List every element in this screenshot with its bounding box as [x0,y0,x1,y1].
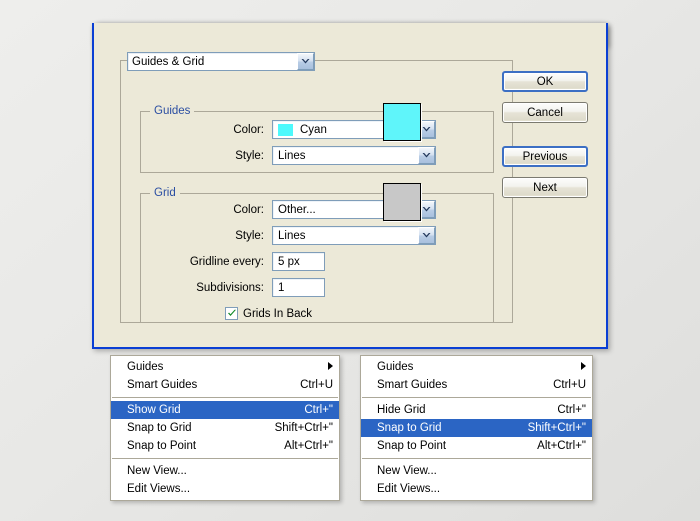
menu-item[interactable]: Hide Grid Ctrl+" [361,401,592,419]
menu-item-label: Snap to Point [377,440,447,452]
menu-item-label: Smart Guides [377,379,448,391]
preferences-page-select-value: Guides & Grid [132,55,205,68]
grid-group-legend: Grid [150,187,180,199]
menu-item-label: New View... [377,465,437,477]
grids-in-back-checkbox-row[interactable]: Grids In Back [225,307,312,320]
chevron-down-icon[interactable] [418,227,435,244]
guides-style-select-value: Lines [278,149,306,162]
next-button[interactable]: Next [502,177,588,198]
menu-item[interactable]: Snap to Grid Shift+Ctrl+" [361,419,592,437]
menu-item-shortcut: Ctrl+U [300,379,333,391]
guides-color-inline-swatch [278,123,293,136]
menu-item-label: Edit Views... [127,483,191,495]
menu-item[interactable]: Snap to Point Alt+Ctrl+" [111,437,339,455]
submenu-arrow-icon [581,362,586,372]
menu-item-label: Guides [377,361,414,373]
menu-item-shortcut: Alt+Ctrl+" [537,440,586,452]
grid-style-select-value: Lines [278,229,306,242]
menu-item-shortcut: Ctrl+" [557,404,586,416]
menu-item-shortcut: Ctrl+U [553,379,586,391]
grids-in-back-label: Grids In Back [243,307,313,320]
menu-item[interactable]: New View... [111,462,339,480]
grid-color-swatch[interactable] [383,183,421,221]
subdivisions-input[interactable]: 1 [272,278,325,297]
cancel-button[interactable]: Cancel [502,102,588,123]
grids-in-back-checkbox[interactable] [225,307,238,320]
guides-style-label: Style: [235,150,264,162]
menu-item[interactable]: Guides [111,358,339,376]
menu-item[interactable]: Smart Guides Ctrl+U [361,376,592,394]
menu-item-label: New View... [127,465,187,477]
dialog-body: Guides & Grid Guides Color: Cyan Style: … [94,23,606,347]
menu-item-label: Edit Views... [377,483,441,495]
guides-style-select[interactable]: Lines [272,146,436,165]
grid-style-label: Style: [235,230,264,242]
menu-item[interactable]: Snap to Point Alt+Ctrl+" [361,437,592,455]
ok-button[interactable]: OK [502,71,588,92]
previous-button[interactable]: Previous [502,146,588,167]
menu-item[interactable]: Snap to Grid Shift+Ctrl+" [111,419,339,437]
menu-separator [112,458,338,459]
guides-color-swatch[interactable] [383,103,421,141]
grid-style-select[interactable]: Lines [272,226,436,245]
view-menu-left[interactable]: Guides Smart Guides Ctrl+U Show Grid Ctrl+" S… [110,355,340,501]
menu-item-shortcut: Shift+Ctrl+" [527,422,586,434]
menu-item-label: Snap to Point [127,440,197,452]
menu-item-shortcut: Alt+Ctrl+" [284,440,333,452]
gridline-every-input[interactable]: 5 px [272,252,325,271]
menu-separator [112,397,338,398]
guides-color-label: Color: [233,124,264,136]
guides-group-legend: Guides [150,105,195,117]
menu-separator [362,458,591,459]
menu-item-shortcut: Ctrl+" [304,404,333,416]
menu-item-label: Smart Guides [127,379,198,391]
menu-item-label: Snap to Grid [127,422,192,434]
menu-item-shortcut: Shift+Ctrl+" [274,422,333,434]
guides-color-text: Cyan [300,123,327,136]
chevron-down-icon[interactable] [297,53,314,70]
submenu-arrow-icon [328,362,333,372]
menu-item-label: Guides [127,361,164,373]
menu-item-label: Hide Grid [377,404,426,416]
gridline-every-label: Gridline every: [189,256,264,268]
menu-separator [362,397,591,398]
menu-item-label: Show Grid [127,404,181,416]
view-menu-right[interactable]: Guides Smart Guides Ctrl+U Hide Grid Ctrl+" S… [360,355,593,501]
chevron-down-icon[interactable] [418,147,435,164]
menu-item[interactable]: Guides [361,358,592,376]
menu-item[interactable]: Smart Guides Ctrl+U [111,376,339,394]
menu-item[interactable]: Edit Views... [111,480,339,498]
grid-color-label: Color: [233,204,264,216]
menu-item[interactable]: Show Grid Ctrl+" [111,401,339,419]
subdivisions-label: Subdivisions: [196,282,264,294]
menu-item-label: Snap to Grid [377,422,442,434]
preferences-page-select[interactable]: Guides & Grid [127,52,315,71]
preferences-dialog: Guides & Grid Guides Color: Cyan Style: … [92,23,608,349]
checkmark-icon [227,309,236,316]
menu-item[interactable]: New View... [361,462,592,480]
menu-item[interactable]: Edit Views... [361,480,592,498]
